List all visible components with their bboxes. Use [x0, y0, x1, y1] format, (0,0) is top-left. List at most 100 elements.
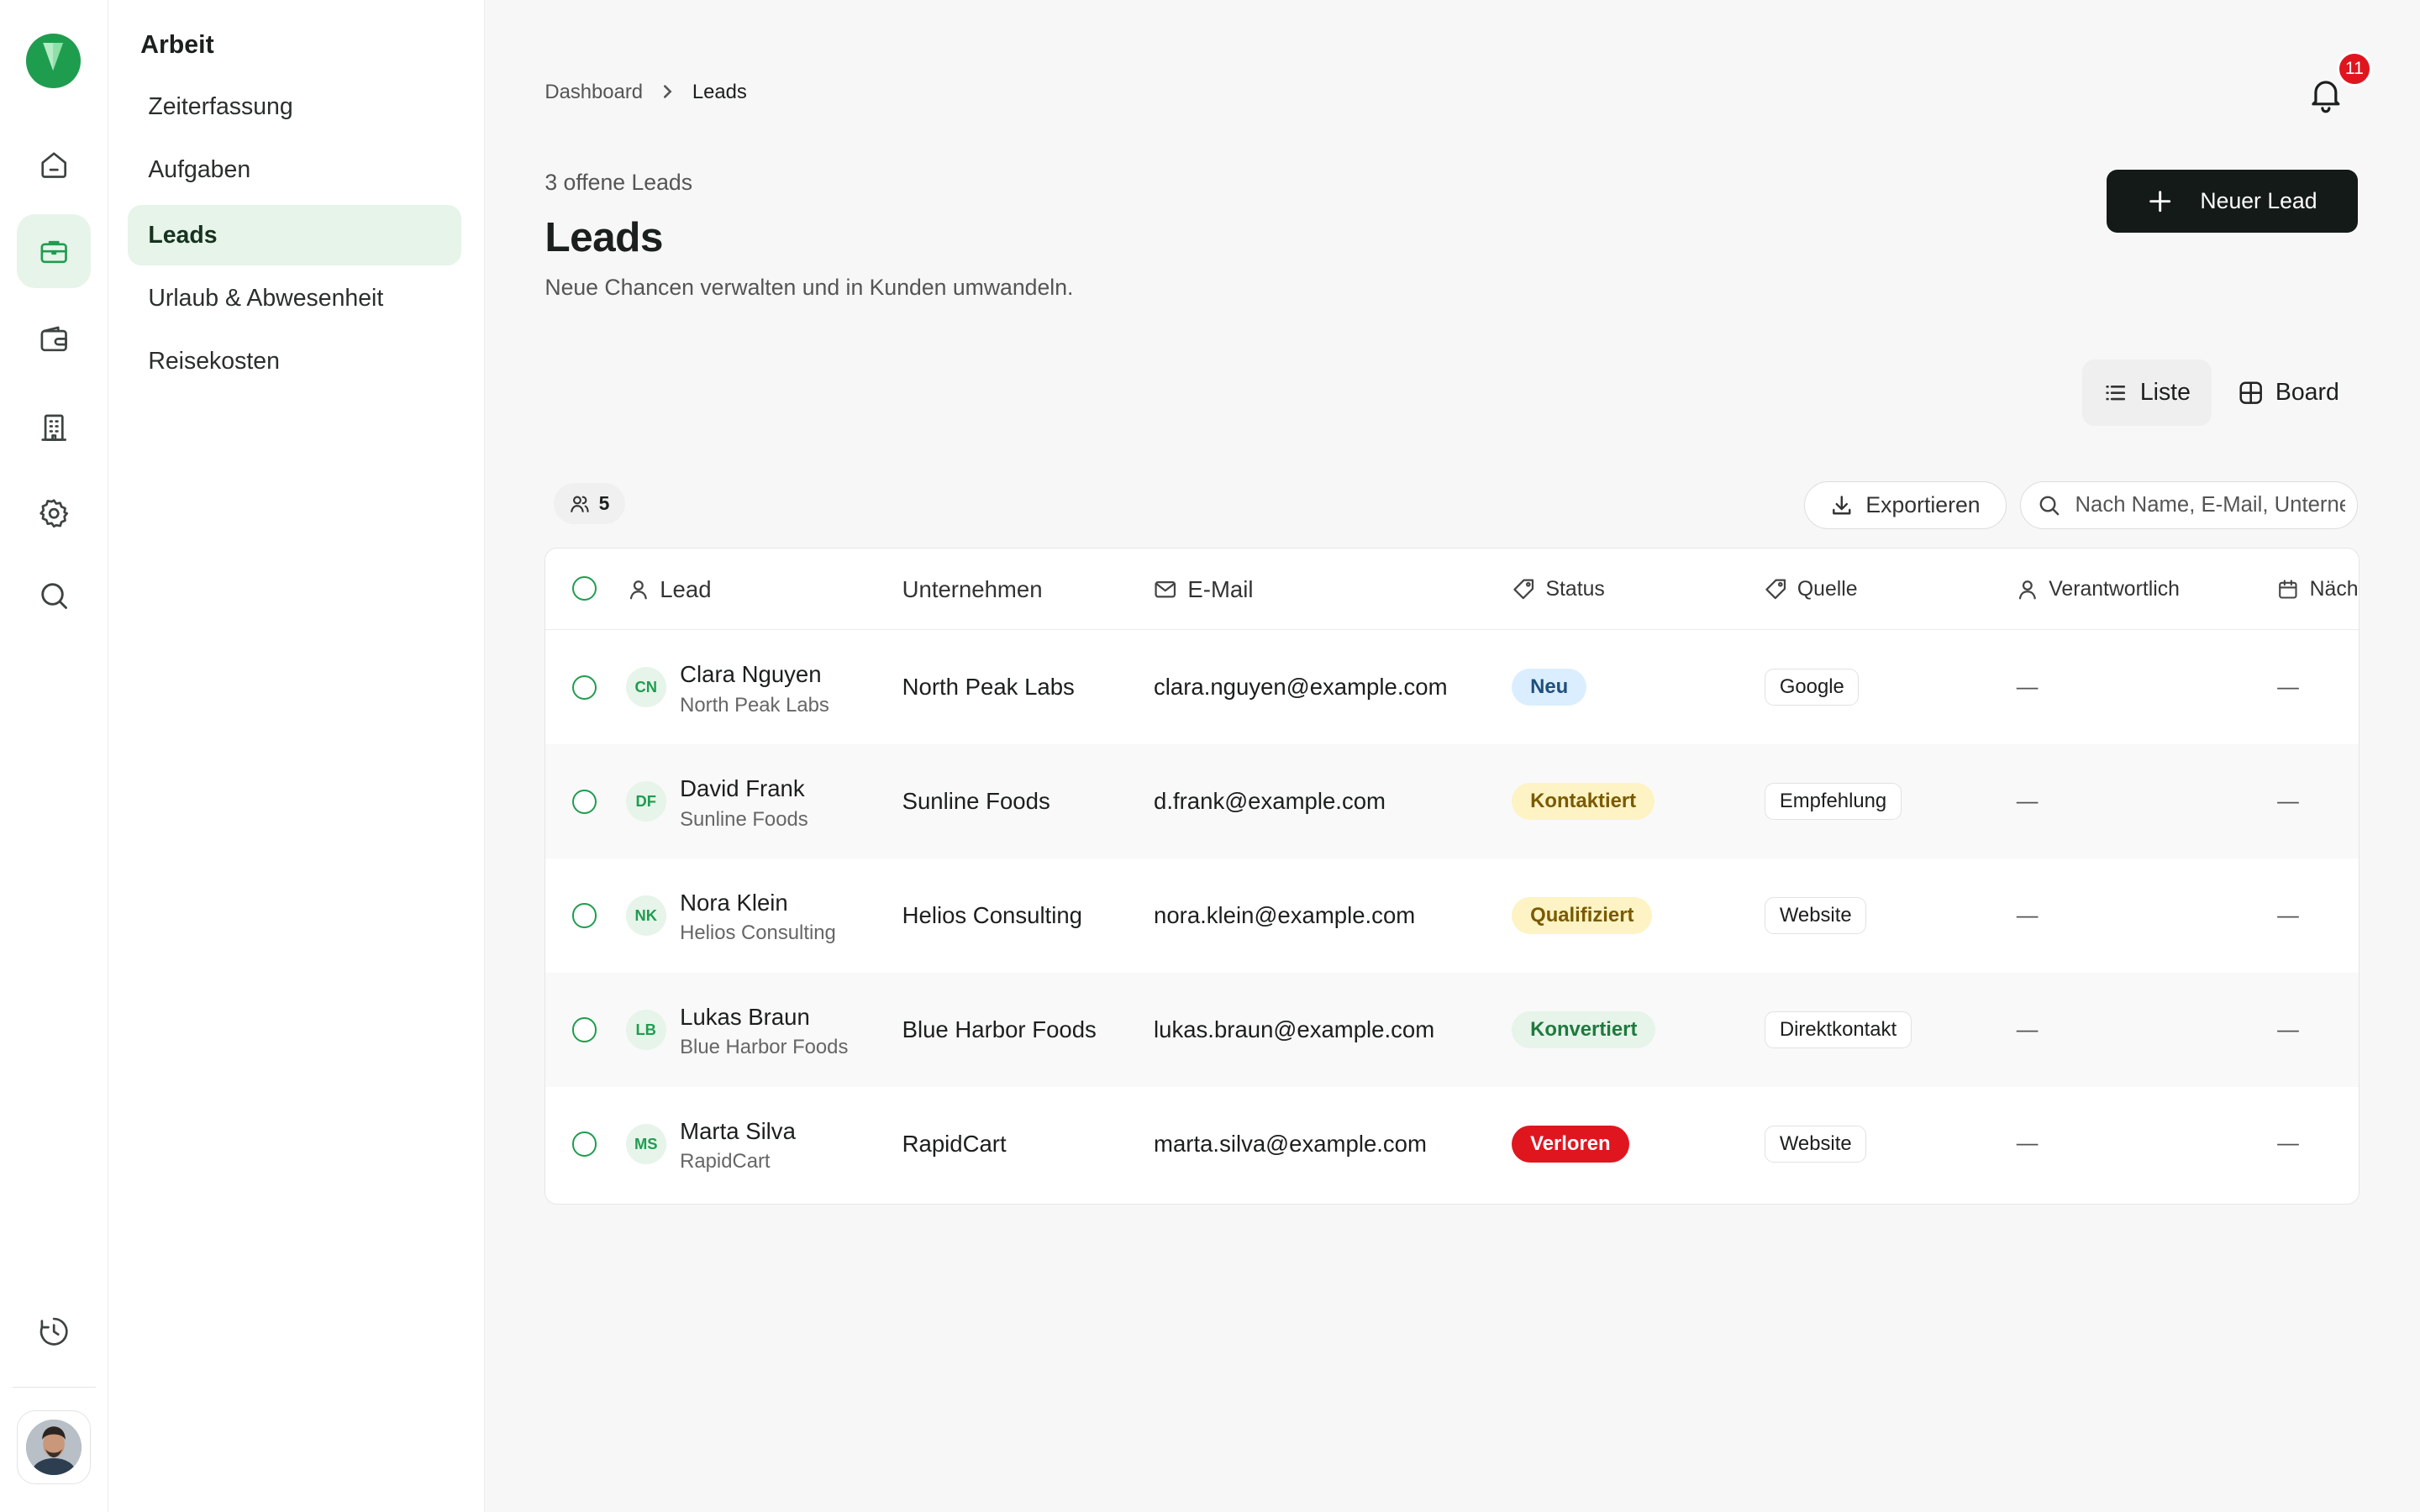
sidebar-item-urlaub[interactable]: Urlaub & Abwesenheit: [128, 269, 461, 329]
owner-cell[interactable]: —: [2017, 1087, 2039, 1201]
column-unternehmen-label: Unternehmen: [902, 575, 1043, 602]
search-icon: [2040, 496, 2060, 516]
icon-rail: [0, 0, 108, 1512]
column-lead[interactable]: Lead: [628, 549, 712, 630]
column-email[interactable]: E-Mail: [1154, 549, 1253, 630]
status-badge[interactable]: Kontaktiert: [1512, 783, 1655, 821]
next-step-cell[interactable]: —: [2277, 630, 2299, 744]
company-cell: RapidCart: [902, 1130, 1007, 1157]
wallet-icon[interactable]: [17, 302, 91, 376]
lead-company-subtext: North Peak Labs: [680, 693, 829, 717]
email-cell[interactable]: lukas.braun@example.com: [1154, 973, 1434, 1087]
source-badge: Google: [1765, 669, 1860, 706]
breadcrumb-dashboard[interactable]: Dashboard: [544, 81, 643, 104]
column-verantwortlich-label: Verantwortlich: [2049, 577, 2180, 601]
row-checkbox[interactable]: [571, 789, 597, 814]
table-row[interactable]: CN Clara Nguyen North Peak Labs North Peak …: [545, 630, 2359, 744]
bell-icon[interactable]: [2306, 74, 2346, 114]
column-next[interactable]: Näch: [2277, 549, 2359, 630]
table-row[interactable]: DF David Frank Sunline Foods Sunline Foods d…: [545, 744, 2360, 859]
column-verantwortlich[interactable]: Verantwortlich: [2017, 549, 2180, 630]
history-icon[interactable]: [17, 1294, 91, 1368]
board-icon: [2239, 381, 2262, 404]
column-status[interactable]: Status: [1512, 549, 1605, 630]
email-cell[interactable]: d.frank@example.com: [1154, 744, 1386, 858]
settings-icon[interactable]: [17, 477, 91, 551]
new-lead-label: Neuer Lead: [2200, 188, 2317, 214]
source-badge: Empfehlung: [1765, 783, 1902, 821]
next-step-cell[interactable]: —: [2277, 744, 2299, 858]
section-sidebar: Arbeit Zeiterfassung Aufgaben Leads Urla…: [108, 0, 485, 1512]
next-step-cell[interactable]: —: [2277, 973, 2299, 1087]
rail-divider: [12, 1387, 96, 1388]
plus-icon: [2149, 191, 2171, 213]
status-badge[interactable]: Neu: [1512, 669, 1587, 706]
search-input[interactable]: [2075, 493, 2345, 518]
lead-name[interactable]: Clara Nguyen: [680, 661, 821, 688]
view-board-label: Board: [2275, 378, 2339, 406]
tag-icon: [1513, 579, 1534, 600]
sidebar-item-reisekosten[interactable]: Reisekosten: [128, 332, 461, 392]
row-checkbox[interactable]: [571, 903, 597, 928]
lead-count-chip: 5: [554, 482, 625, 525]
download-icon: [1833, 495, 1851, 515]
status-badge[interactable]: Konvertiert: [1512, 1011, 1656, 1049]
lead-count: 5: [598, 492, 610, 515]
next-step-cell[interactable]: —: [2277, 858, 2299, 973]
column-lead-label: Lead: [660, 575, 712, 602]
user-icon: [2018, 580, 2036, 600]
briefcase-icon[interactable]: [17, 214, 92, 289]
lead-name[interactable]: David Frank: [680, 775, 805, 802]
sidebar-item-zeiterfassung[interactable]: Zeiterfassung: [128, 77, 461, 138]
page-title: Leads: [544, 213, 663, 261]
user-avatar[interactable]: [17, 1410, 92, 1484]
status-badge[interactable]: Qualifiziert: [1512, 897, 1653, 935]
lead-name[interactable]: Lukas Braun: [680, 1004, 810, 1031]
owner-cell[interactable]: —: [2017, 973, 2039, 1087]
owner-cell[interactable]: —: [2017, 858, 2039, 973]
view-board-button[interactable]: Board: [2224, 360, 2354, 426]
view-list-button[interactable]: Liste: [2081, 359, 2212, 426]
owner-cell[interactable]: —: [2017, 744, 2039, 858]
search-icon[interactable]: [17, 559, 91, 633]
table-row[interactable]: NK Nora Klein Helios Consulting Helios Cons…: [545, 858, 2359, 973]
home-icon[interactable]: [17, 128, 91, 202]
calendar-icon: [2279, 580, 2297, 599]
notification-count-badge: 11: [2336, 50, 2372, 87]
email-cell[interactable]: nora.klein@example.com: [1154, 858, 1415, 973]
email-cell[interactable]: marta.silva@example.com: [1154, 1087, 1427, 1201]
source-badge: Website: [1765, 1125, 1867, 1163]
column-quelle-label: Quelle: [1797, 577, 1858, 601]
column-unternehmen[interactable]: Unternehmen: [902, 549, 1043, 630]
email-cell[interactable]: clara.nguyen@example.com: [1154, 630, 1448, 744]
select-all-checkbox[interactable]: [571, 576, 597, 601]
lead-name[interactable]: Marta Silva: [680, 1118, 796, 1145]
app-logo[interactable]: [26, 34, 81, 88]
table-row[interactable]: LB Lukas Braun Blue Harbor Foods Blue Harbo…: [545, 973, 2360, 1087]
sidebar-item-leads[interactable]: Leads: [128, 205, 462, 265]
mail-icon: [1155, 580, 1176, 598]
column-next-label: Näch: [2309, 577, 2359, 601]
table-row[interactable]: MS Marta Silva RapidCart RapidCart marta.sil…: [545, 1087, 2359, 1201]
status-badge[interactable]: Verloren: [1512, 1125, 1629, 1163]
building-icon[interactable]: [17, 391, 91, 465]
sidebar-section-title: Arbeit: [140, 30, 214, 59]
export-button[interactable]: Exportieren: [1804, 481, 2007, 529]
company-cell: Sunline Foods: [902, 788, 1050, 815]
next-step-cell[interactable]: —: [2277, 1087, 2299, 1201]
row-checkbox[interactable]: [571, 675, 597, 700]
lead-initials-avatar: LB: [625, 1010, 666, 1050]
owner-cell[interactable]: —: [2017, 630, 2039, 744]
view-list-label: Liste: [2139, 378, 2191, 406]
column-quelle[interactable]: Quelle: [1764, 549, 1858, 630]
tag-icon: [1765, 579, 1786, 600]
lead-initials-avatar: CN: [625, 667, 666, 708]
search-field[interactable]: [2020, 481, 2359, 529]
lead-name[interactable]: Nora Klein: [680, 890, 788, 916]
table-header: Lead Unternehmen E-Mail Status Quelle Ve…: [545, 549, 2360, 631]
lead-company-subtext: Helios Consulting: [680, 921, 836, 945]
sidebar-item-aufgaben[interactable]: Aufgaben: [128, 140, 461, 201]
row-checkbox[interactable]: [571, 1131, 597, 1157]
new-lead-button[interactable]: Neuer Lead: [2107, 170, 2359, 234]
row-checkbox[interactable]: [571, 1017, 597, 1042]
